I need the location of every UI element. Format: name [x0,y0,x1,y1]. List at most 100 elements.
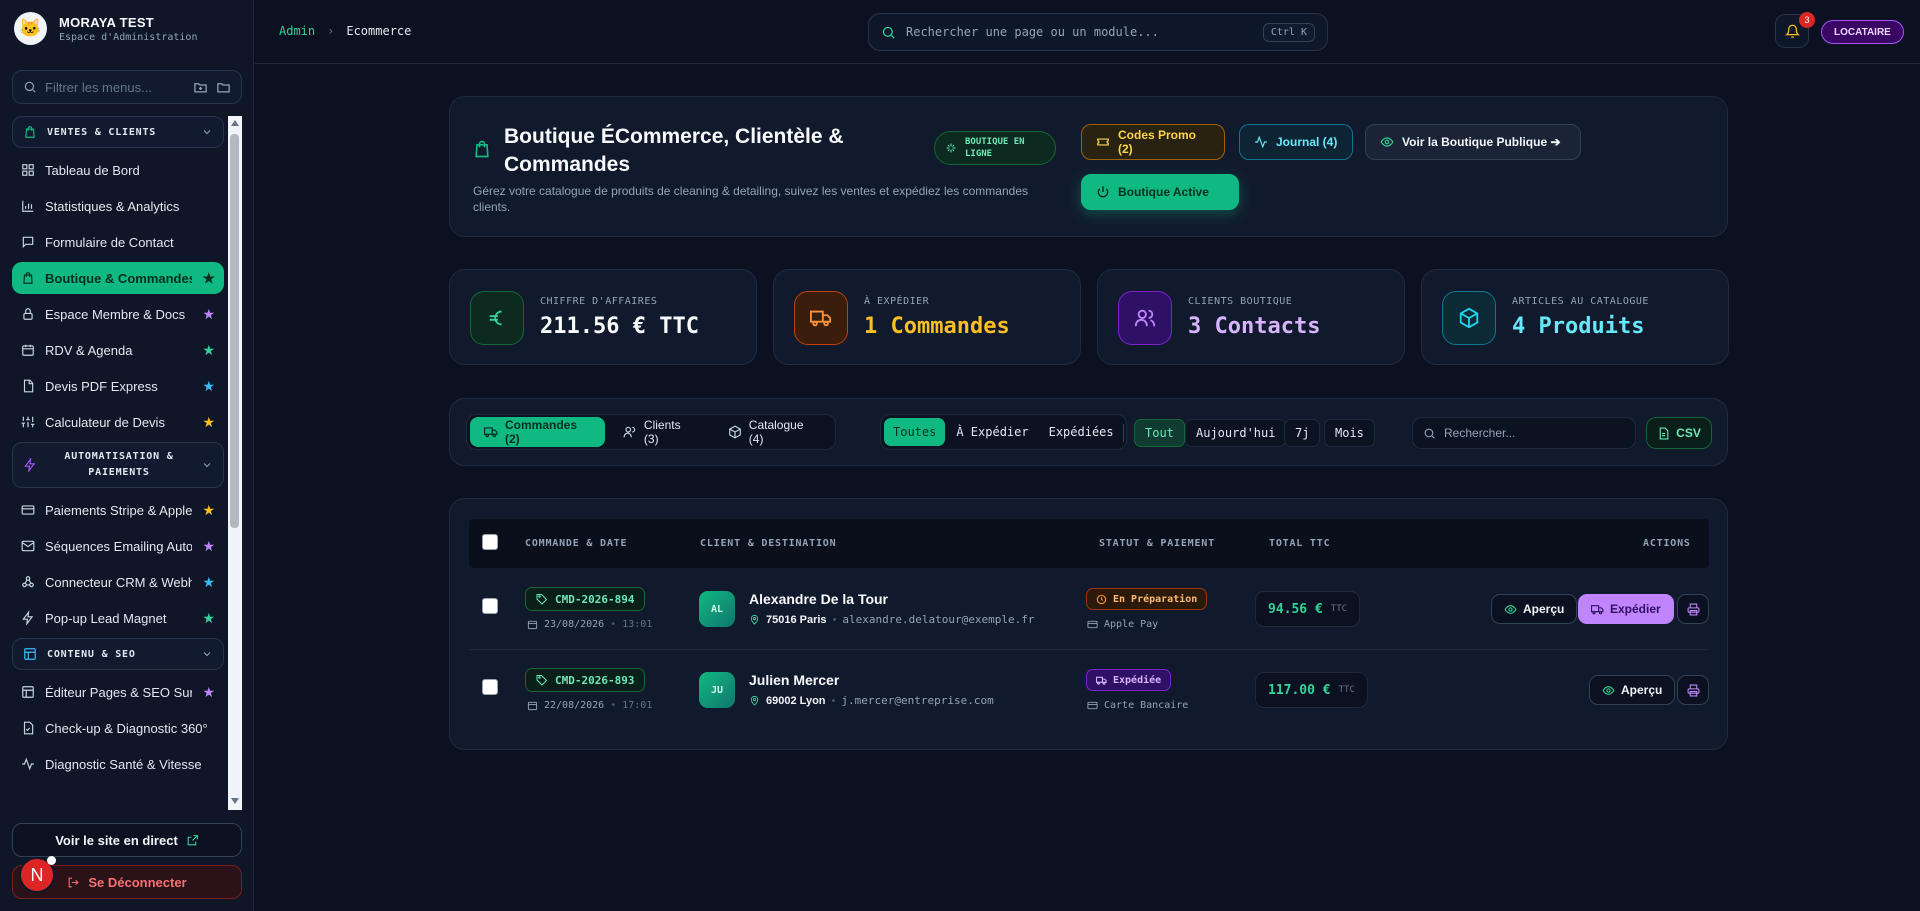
select-all-checkbox[interactable] [482,534,498,550]
zap-icon [21,611,35,625]
sidebar-item-popup-lead[interactable]: Pop-up Lead Magnet ★ [12,602,224,634]
sidebar-item-espace-membre[interactable]: Espace Membre & Docs ★ [12,298,224,330]
tab-catalogue[interactable]: Catalogue (4) [714,417,832,447]
table-row[interactable]: CMD-2026-894 23/08/2026 • 13:01 AL Alexa… [469,569,1709,649]
sidebar-item-label: Statistiques & Analytics [45,198,180,214]
section-ventes-clients[interactable]: VENTES & CLIENTS [12,116,224,148]
tab-commandes[interactable]: Commandes (2) [470,417,605,447]
view-site-button[interactable]: Voir le site en direct [12,823,242,857]
star-icon[interactable]: ★ [202,343,215,357]
order-id-badge[interactable]: CMD-2026-893 [525,668,646,692]
sidebar-scrollbar-thumb[interactable] [230,134,239,528]
sidebar-item-paiements[interactable]: Paiements Stripe & Apple ★ [12,494,224,526]
period-aujourdhui[interactable]: Aujourd'hui [1185,419,1287,447]
sidebar-item-calculateur-devis[interactable]: Calculateur de Devis ★ [12,406,224,438]
view-public-shop-button[interactable]: Voir la Boutique Publique ➔ [1365,124,1581,160]
tab-clients[interactable]: Clients (3) [609,417,710,447]
filter-expediees[interactable]: Expédiées [1040,418,1123,446]
sparkle-icon [945,142,957,154]
sidebar-item-boutique-commandes[interactable]: Boutique & Commandes ★ [12,262,224,294]
filter-toutes[interactable]: Toutes [884,418,946,446]
shop-header-card: Boutique ÉCommerce, Clientèle & Commande… [449,96,1728,237]
separator: • [831,694,836,707]
folder-icon[interactable] [216,80,231,95]
layout-icon [21,685,35,699]
sidebar-item-checkup[interactable]: Check-up & Diagnostic 360° [12,712,224,744]
folder-plus-icon[interactable] [193,80,208,95]
menu-filter-input[interactable]: Filtrer les menus... [12,70,242,104]
sidebar: 🐱 MORAYA TEST Espace d'Administration Fi… [0,0,254,911]
period-mois[interactable]: Mois [1324,419,1375,447]
star-icon[interactable]: ★ [202,575,215,589]
sidebar-item-label: Tableau de Bord [45,162,140,178]
sidebar-item-statistiques[interactable]: Statistiques & Analytics [12,190,224,222]
sidebar-item-devis-pdf[interactable]: Devis PDF Express ★ [12,370,224,402]
breadcrumb-admin[interactable]: Admin [279,24,315,38]
print-button[interactable] [1677,594,1709,624]
journal-label: Journal (4) [1276,135,1338,149]
star-icon[interactable]: ★ [202,539,215,553]
row-checkbox[interactable] [482,679,498,695]
period-tout[interactable]: Tout [1134,419,1185,447]
journal-button[interactable]: Journal (4) [1239,124,1353,160]
power-icon [1096,185,1110,199]
map-pin-icon [749,614,760,625]
order-total: 117.00 € TTC [1255,672,1368,708]
payment-label: Carte Bancaire [1104,700,1189,711]
row-checkbox[interactable] [482,598,498,614]
order-id-badge[interactable]: CMD-2026-894 [525,587,646,611]
calendar-icon [527,619,538,630]
truck-icon [794,291,848,345]
star-icon[interactable]: ★ [202,307,215,321]
promo-codes-button[interactable]: Codes Promo (2) [1081,124,1225,160]
filter-a-expedier[interactable]: À Expédier [947,418,1037,446]
table-row[interactable]: CMD-2026-893 22/08/2026 • 17:01 JU Julie… [469,650,1709,730]
ship-button[interactable]: Expédier [1578,594,1674,624]
sidebar-item-rdv-agenda[interactable]: RDV & Agenda ★ [12,334,224,366]
file-icon [21,379,35,393]
view-public-shop-label: Voir la Boutique Publique ➔ [1402,135,1561,149]
client-name: Julien Mercer [749,672,840,688]
time-value: 17:01 [622,700,653,711]
print-button[interactable] [1677,675,1709,705]
preview-button[interactable]: Aperçu [1589,675,1676,705]
star-icon[interactable]: ★ [202,611,215,625]
star-icon[interactable]: ★ [202,379,215,393]
brand[interactable]: 🐱 MORAYA TEST Espace d'Administration [14,12,197,45]
shop-active-toggle[interactable]: Boutique Active [1081,174,1239,210]
brand-logo: 🐱 [14,12,47,45]
credit-card-icon [1087,700,1098,711]
period-7j[interactable]: 7j [1284,419,1321,447]
global-search-input[interactable]: Rechercher une page ou un module... Ctrl… [868,13,1328,51]
sidebar-item-formulaire-contact[interactable]: Formulaire de Contact [12,226,224,258]
sidebar-item-emailing[interactable]: Séquences Emailing Auto ★ [12,530,224,562]
sidebar-item-diagnostic-sante[interactable]: Diagnostic Santé & Vitesse [12,748,224,780]
separator: • [610,700,617,711]
stat-value: 4 Produits [1512,314,1645,339]
chevron-down-icon [201,126,213,138]
online-status-badge: BOUTIQUE EN LIGNE [934,131,1056,165]
star-icon[interactable]: ★ [202,415,215,429]
scroll-down-arrow[interactable] [231,798,239,804]
total-suffix: TTC [1338,685,1355,695]
tab-label: Catalogue (4) [748,418,804,446]
client-city: 69002 Lyon [766,694,826,707]
sidebar-item-editeur-pages[interactable]: Éditeur Pages & SEO Sur-... ★ [12,676,224,708]
brand-subtitle: Espace d'Administration [59,31,198,43]
sidebar-item-tableau-de-bord[interactable]: Tableau de Bord [12,154,224,186]
orders-search-input[interactable]: Rechercher... [1412,417,1636,449]
csv-export-button[interactable]: CSV [1646,417,1712,449]
lock-icon [21,307,35,321]
section-automatisation[interactable]: AUTOMATISATION & PAIEMENTS [12,442,224,488]
role-badge[interactable]: LOCATAIRE [1821,20,1904,44]
star-icon[interactable]: ★ [202,271,215,285]
sidebar-item-crm-webhook[interactable]: Connecteur CRM & Webh... ★ [12,566,224,598]
sidebar-item-label: Devis PDF Express [45,378,158,394]
eye-icon [1504,603,1517,616]
star-icon[interactable]: ★ [202,685,215,699]
section-contenu-seo[interactable]: CONTENU & SEO [12,638,224,670]
scroll-up-arrow[interactable] [231,120,239,126]
star-icon[interactable]: ★ [202,503,215,517]
section-label: VENTES & CLIENTS [47,126,157,138]
preview-button[interactable]: Aperçu [1491,594,1578,624]
